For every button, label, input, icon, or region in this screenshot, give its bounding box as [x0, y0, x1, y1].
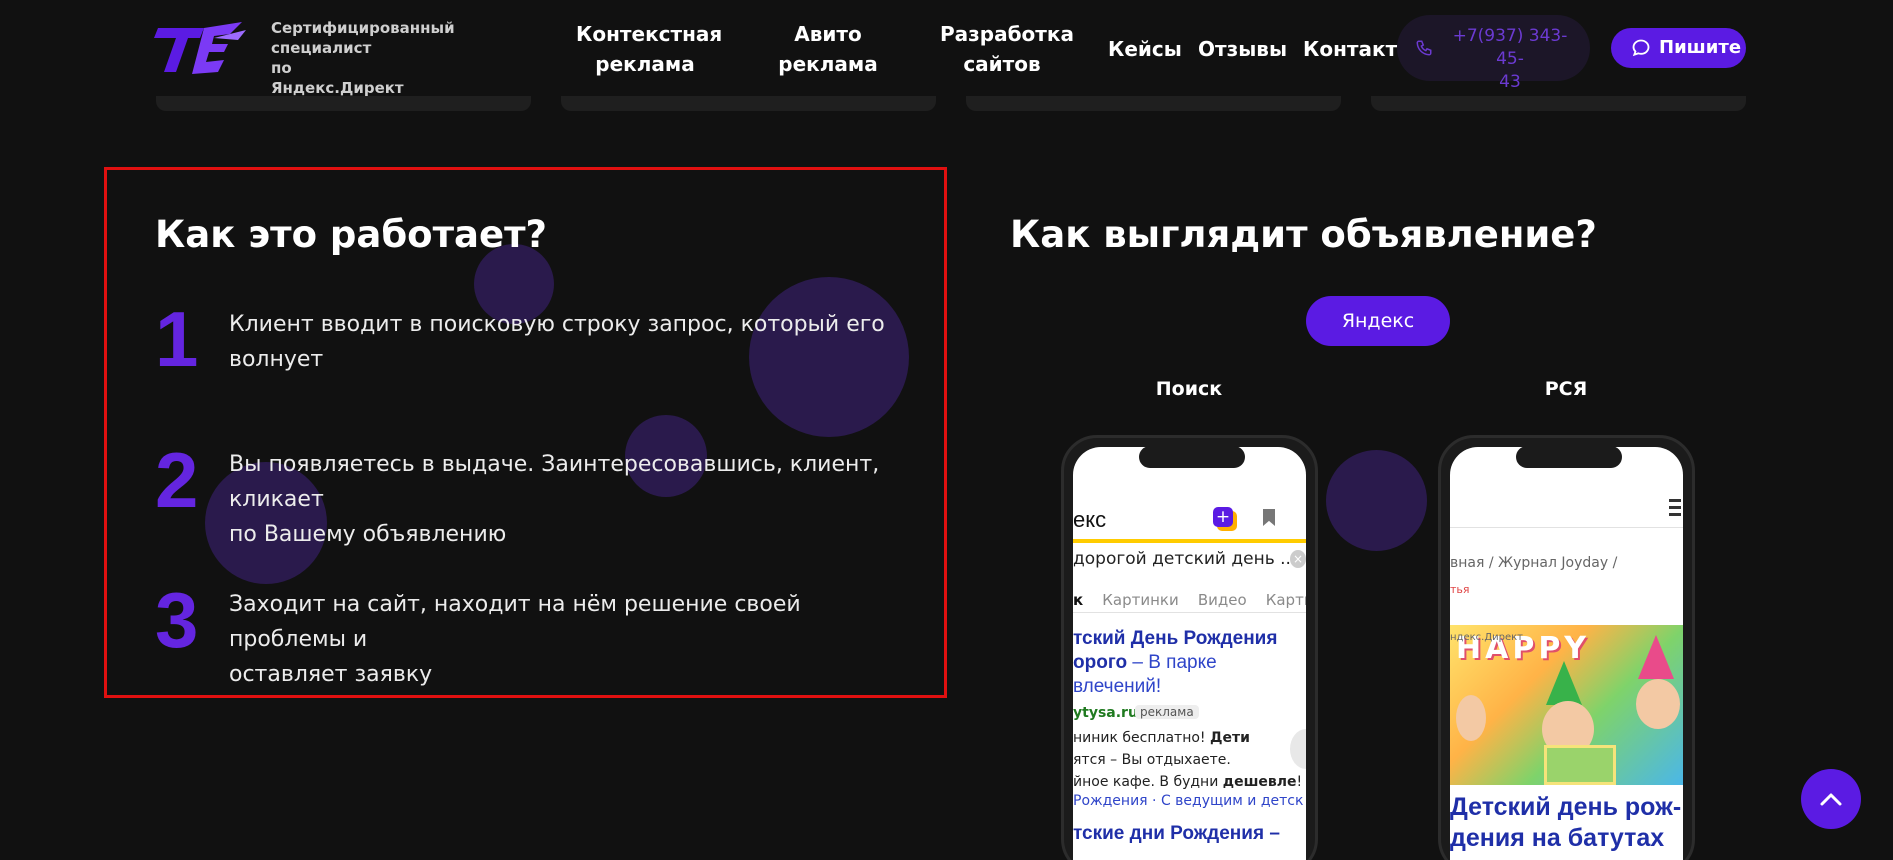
rsya-title-line: Детский день рож-	[1450, 793, 1682, 821]
ad-badge: реклама	[1135, 705, 1199, 719]
step-text: Вы появляетесь в выдаче. Заинтересовавши…	[229, 447, 899, 552]
ad-source: ндекс.Директ	[1450, 632, 1523, 643]
gift-box	[1544, 745, 1616, 785]
snippet-part: !	[1296, 774, 1303, 790]
step-number: 2	[155, 436, 199, 524]
party-hat	[1638, 635, 1674, 679]
phone-notch	[1516, 446, 1622, 468]
snippet-part: ниник бесплатно!	[1073, 730, 1210, 746]
step-text-line: волнует	[229, 347, 324, 372]
step-text-line: Клиент вводит в поисковую строку запрос,…	[229, 312, 885, 337]
phone-mockup-rsya: вная / Журнал Joyday / тья HAPPY ндекс.Д…	[1438, 435, 1695, 860]
ad-title-second: тские дни Рождения –	[1073, 823, 1280, 844]
phone-screen: вная / Журнал Joyday / тья HAPPY ндекс.Д…	[1450, 447, 1683, 860]
search-tab: Картинки	[1102, 591, 1179, 609]
step-number: 1	[155, 295, 199, 383]
nav-web-development[interactable]: Разработка сайтов	[940, 19, 1074, 79]
site-header: Сертифицированный специалист по Яндекс.Д…	[0, 0, 1893, 98]
party-hat	[1546, 661, 1582, 705]
ad-title: тский День Рождения орого – В парке влеч…	[1073, 627, 1306, 699]
nav-label: сайтов	[963, 52, 1041, 76]
rsya-ad-title: Детский день рож- дения на батутах	[1450, 792, 1683, 854]
phone-number-line: +7(937) 343-45-	[1452, 26, 1568, 69]
nav-reviews[interactable]: Отзывы	[1198, 34, 1287, 64]
search-label: Поиск	[1155, 378, 1223, 400]
tab-yandex[interactable]: Яндекс	[1306, 296, 1450, 346]
search-tab: Видео	[1197, 591, 1247, 609]
decor-bubble	[1326, 450, 1427, 551]
write-button[interactable]: Пишите	[1611, 28, 1746, 68]
tagline-line: Сертифицированный специалист	[271, 19, 455, 57]
ad-snippet: ниник бесплатно! Дети ятся – Вы отдыхает…	[1073, 727, 1306, 793]
ad-title-line: тский День Рождения	[1073, 628, 1278, 649]
header-tagline: Сертифицированный специалист по Яндекс.Д…	[271, 18, 521, 98]
scroll-to-top-button[interactable]	[1801, 769, 1861, 829]
chevron-up-icon	[1820, 793, 1842, 806]
search-tab: Карты	[1265, 591, 1306, 609]
step-text-line: Вы появляетесь в выдаче. Заинтересовавши…	[229, 452, 880, 512]
search-query: дорогой детский день ...	[1073, 549, 1297, 569]
nav-label: Разработка	[940, 22, 1074, 46]
rsya-title-line: дения на батутах	[1450, 824, 1665, 852]
ad-image: HAPPY	[1450, 625, 1683, 785]
divider	[1450, 527, 1683, 528]
search-bar-border	[1073, 539, 1306, 543]
nav-context-ads[interactable]: Контекстная реклама	[576, 19, 723, 79]
ad-url: ytysa.ru	[1073, 705, 1138, 721]
tagline-line: Яндекс.Директ	[271, 79, 404, 97]
nav-label: Контекстная	[576, 22, 723, 46]
ad-title-line: влечений!	[1073, 676, 1162, 697]
nav-cases[interactable]: Кейсы	[1108, 34, 1182, 64]
nav-avito-ads[interactable]: Авито реклама	[778, 19, 878, 79]
phone-mockup-search: екс + дорогой детский день ... × к Карти…	[1061, 435, 1318, 860]
step-text-line: по Вашему объявлению	[229, 522, 507, 547]
phone-number: +7(937) 343-45- 43	[1443, 25, 1577, 94]
menu-icon	[1669, 499, 1681, 520]
child-face	[1456, 695, 1486, 741]
snippet-part: дешевле	[1222, 774, 1297, 790]
chat-bubble-icon	[1632, 39, 1650, 57]
breadcrumb: вная / Журнал Joyday /	[1450, 555, 1618, 571]
how-it-works-title: Как это работает?	[155, 213, 548, 256]
ad-title-part: – В парке	[1127, 652, 1217, 673]
logo[interactable]	[152, 20, 248, 78]
ad-preview-title: Как выглядит объявление?	[1010, 213, 1597, 256]
child-face	[1636, 679, 1680, 729]
write-button-label: Пишите	[1659, 37, 1742, 58]
nav-label: Отзывы	[1198, 37, 1288, 61]
phone-screen: екс + дорогой детский день ... × к Карти…	[1073, 447, 1306, 860]
close-icon: ×	[1290, 550, 1306, 568]
phone-number-line: 43	[1499, 72, 1521, 92]
step-text-line: оставляет заявку	[229, 662, 433, 687]
step-text: Клиент вводит в поисковую строку запрос,…	[229, 307, 899, 377]
ad-sitelinks: Рождения · С ведущим и детск	[1073, 793, 1304, 809]
phone-button[interactable]: +7(937) 343-45- 43	[1397, 15, 1590, 92]
rsya-label: РСЯ	[1544, 378, 1588, 400]
snippet-line: ятся – Вы отдыхаете.	[1073, 752, 1231, 768]
nav-label: Авито	[794, 22, 862, 46]
nav-label: Кейсы	[1108, 37, 1182, 61]
tagline-line: по	[271, 59, 292, 77]
phone-notch	[1139, 446, 1245, 468]
bookmark-icon	[1263, 509, 1275, 526]
phone-icon	[1416, 40, 1432, 56]
step-text-line: Заходит на сайт, находит на нём решение …	[229, 592, 801, 652]
step-number: 3	[155, 576, 199, 664]
snippet-part: йное кафе. В будни	[1073, 774, 1223, 790]
nav-label: реклама	[595, 52, 695, 76]
snippet-part: Дети	[1209, 730, 1250, 746]
search-tab: к	[1073, 591, 1084, 609]
step-text: Заходит на сайт, находит на нём решение …	[229, 587, 899, 692]
nav-label: реклама	[778, 52, 878, 76]
ad-title-part: орого	[1073, 652, 1128, 673]
article-tag: тья	[1450, 583, 1470, 596]
plus-icon: +	[1213, 507, 1233, 527]
divider	[1073, 612, 1306, 613]
search-tabs: к Картинки Видео Карты	[1073, 591, 1306, 609]
yandex-logo: екс	[1073, 507, 1107, 532]
